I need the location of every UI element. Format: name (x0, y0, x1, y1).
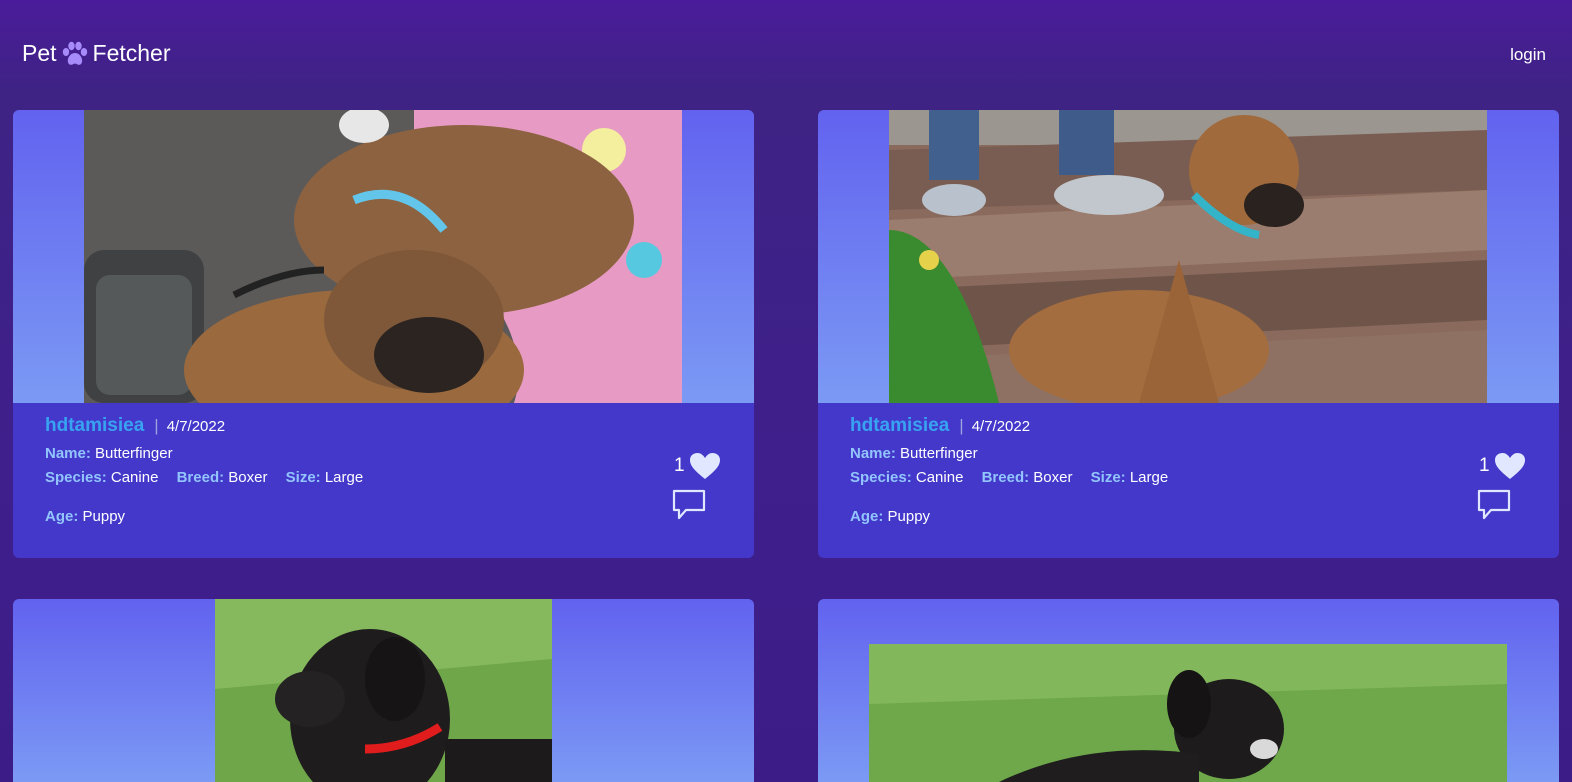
comment-icon[interactable] (1477, 489, 1511, 521)
pet-breed: Boxer (228, 469, 268, 486)
post-image-frame (818, 110, 1559, 403)
post-card[interactable]: hdtamisiea | 4/7/2022 Name: Butterfinger… (818, 110, 1559, 558)
breed-label: Breed: (981, 469, 1030, 486)
pet-age-row: Age: Puppy (45, 508, 125, 525)
pet-name: Butterfinger (95, 445, 173, 462)
comment-icon[interactable] (672, 489, 706, 521)
paw-icon (62, 41, 87, 65)
pet-name-row: Name: Butterfinger (45, 445, 173, 462)
post-card[interactable] (818, 599, 1559, 782)
login-link[interactable]: login (1510, 45, 1546, 65)
pet-species: Canine (915, 469, 964, 486)
post-card[interactable] (13, 599, 754, 782)
post-photo[interactable] (869, 644, 1507, 782)
brand-logo[interactable]: Pet Fetcher (22, 40, 171, 67)
name-label: Name: (850, 445, 896, 462)
post-image-frame (13, 599, 754, 782)
navbar: Pet Fetcher login (0, 0, 1572, 110)
pet-age: Puppy (887, 508, 931, 525)
post-photo[interactable] (215, 599, 552, 782)
post-card[interactable]: hdtamisiea | 4/7/2022 Name: Butterfinger… (13, 110, 754, 558)
username-link[interactable]: hdtamisiea (45, 415, 144, 437)
species-label: Species: (45, 469, 107, 486)
post-info: hdtamisiea | 4/7/2022 Name: Butterfinger… (13, 403, 754, 558)
like-count: 1 (1479, 455, 1490, 476)
like-group: 1 (1479, 452, 1526, 480)
post-date: 4/7/2022 (971, 418, 1031, 435)
size-label: Size: (1090, 469, 1126, 486)
breed-label: Breed: (176, 469, 225, 486)
post-image-frame (818, 599, 1559, 782)
post-meta: hdtamisiea | 4/7/2022 (45, 415, 225, 437)
username-link[interactable]: hdtamisiea (850, 415, 949, 437)
post-meta: hdtamisiea | 4/7/2022 (850, 415, 1030, 437)
pet-species: Canine (110, 469, 159, 486)
pet-size: Large (1129, 469, 1169, 486)
post-image-frame (13, 110, 754, 403)
age-label: Age: (45, 508, 79, 525)
like-group: 1 (674, 452, 721, 480)
pet-breed: Boxer (1033, 469, 1073, 486)
post-photo[interactable] (84, 110, 682, 403)
meta-separator: | (154, 416, 159, 435)
like-count: 1 (674, 455, 685, 476)
post-info: hdtamisiea | 4/7/2022 Name: Butterfinger… (818, 403, 1559, 558)
pet-size: Large (324, 469, 364, 486)
size-label: Size: (285, 469, 321, 486)
heart-icon[interactable] (1494, 452, 1526, 480)
pet-name-row: Name: Butterfinger (850, 445, 978, 462)
pet-details-row: Species: Canine Breed: Boxer Size: Large (850, 469, 1168, 486)
brand-text-fetcher: Fetcher (92, 40, 171, 66)
brand-text-pet: Pet (22, 40, 57, 66)
pet-age-row: Age: Puppy (850, 508, 930, 525)
name-label: Name: (45, 445, 91, 462)
pet-name: Butterfinger (900, 445, 978, 462)
age-label: Age: (850, 508, 884, 525)
pet-details-row: Species: Canine Breed: Boxer Size: Large (45, 469, 363, 486)
post-date: 4/7/2022 (166, 418, 226, 435)
meta-separator: | (959, 416, 964, 435)
pet-age: Puppy (82, 508, 126, 525)
post-photo[interactable] (889, 110, 1487, 403)
heart-icon[interactable] (689, 452, 721, 480)
species-label: Species: (850, 469, 912, 486)
